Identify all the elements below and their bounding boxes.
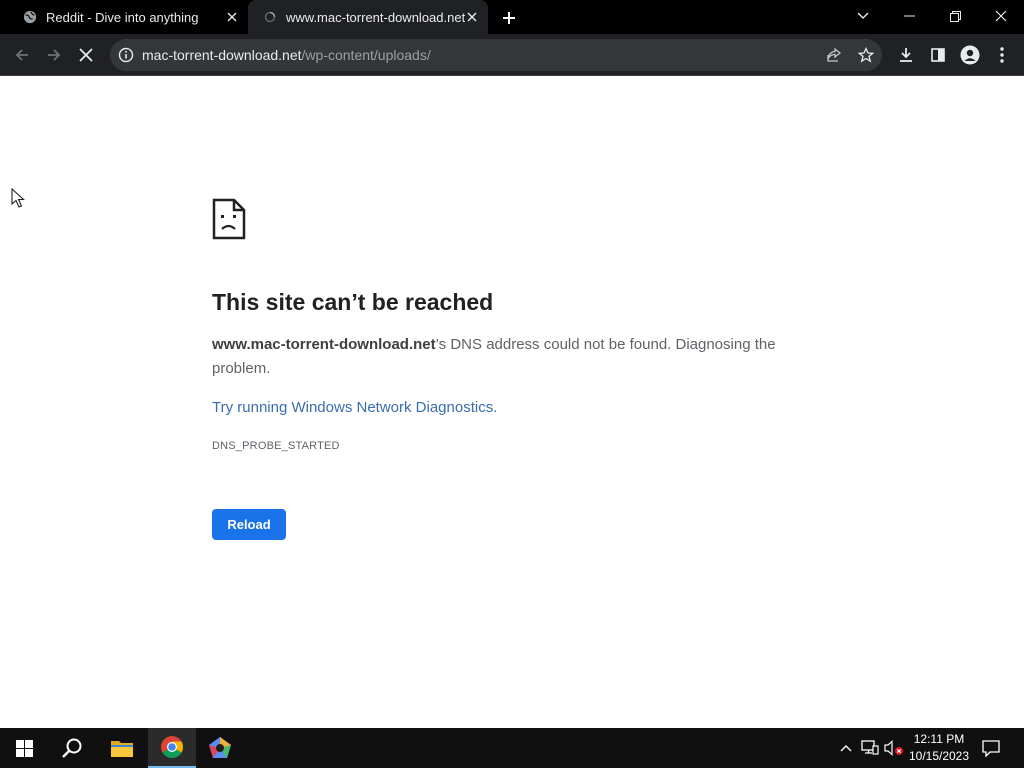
tab-mac-torrent[interactable]: www.mac-torrent-download.net: [248, 0, 488, 34]
app-pentagon-icon[interactable]: [196, 728, 244, 768]
bookmark-star-icon[interactable]: [856, 45, 876, 65]
network-diagnostics-link-text[interactable]: Try running Windows Network Diagnostics: [212, 399, 493, 416]
error-code: DNS_PROBE_STARTED: [212, 440, 340, 452]
loading-icon: [262, 9, 278, 25]
network-icon[interactable]: [860, 738, 880, 758]
profile-avatar-icon[interactable]: [956, 41, 984, 69]
chrome-taskbar-icon[interactable]: [148, 728, 196, 768]
site-info-icon[interactable]: [118, 47, 134, 63]
clock-date: 10/15/2023: [908, 749, 970, 763]
clock-time: 12:11 PM: [913, 732, 965, 746]
side-panel-icon[interactable]: [924, 41, 952, 69]
download-icon[interactable]: [892, 41, 920, 69]
url-path: /wp-content/uploads/: [301, 47, 431, 63]
error-host: www.mac-torrent-download.net: [212, 336, 436, 353]
stop-loading-icon[interactable]: [72, 41, 100, 69]
taskbar-clock[interactable]: 12:11 PM 10/15/2023: [904, 731, 974, 765]
url-host: mac-torrent-download.net: [142, 47, 302, 63]
restore-icon[interactable]: [932, 0, 978, 32]
tab-title: Reddit - Dive into anything: [46, 9, 199, 25]
share-icon[interactable]: [824, 45, 844, 65]
volume-muted-icon[interactable]: [884, 738, 904, 758]
tab-search-chevron-down-icon[interactable]: [840, 0, 886, 32]
tab-strip: Reddit - Dive into anything www.mac-torr…: [0, 0, 1024, 34]
windows-start-icon[interactable]: [0, 728, 48, 768]
mouse-cursor-icon: [11, 187, 25, 208]
search-icon[interactable]: [48, 728, 96, 768]
tab-reddit[interactable]: Reddit - Dive into anything: [8, 0, 248, 34]
reload-button[interactable]: Reload: [212, 509, 286, 540]
minimize-icon[interactable]: [886, 0, 932, 32]
taskbar: 12:11 PM 10/15/2023: [0, 728, 1024, 768]
tab-title: www.mac-torrent-download.net: [286, 9, 466, 25]
address-bar[interactable]: mac-torrent-download.net/wp-content/uplo…: [110, 39, 882, 71]
forward-arrow-icon[interactable]: [40, 41, 68, 69]
url-text: mac-torrent-download.net/wp-content/uplo…: [142, 47, 431, 63]
notifications-icon[interactable]: [981, 738, 1001, 758]
tab-close-icon[interactable]: [224, 9, 240, 25]
error-page: This site can’t be reached www.mac-torre…: [0, 77, 1024, 728]
globe-icon: [22, 9, 38, 25]
tab-close-icon[interactable]: [464, 9, 480, 25]
close-window-icon[interactable]: [978, 0, 1024, 32]
new-tab-plus-icon[interactable]: [498, 7, 520, 29]
menu-kebab-icon[interactable]: [988, 41, 1016, 69]
error-description: www.mac-torrent-download.net’s DNS addre…: [212, 333, 792, 381]
sad-document-icon: [212, 198, 246, 240]
file-explorer-icon[interactable]: [98, 728, 146, 768]
link-suffix: .: [493, 399, 498, 416]
chevron-up-icon[interactable]: [836, 738, 856, 758]
network-diagnostics-link[interactable]: Try running Windows Network Diagnostics.: [212, 399, 497, 416]
error-title: This site can’t be reached: [212, 289, 494, 315]
back-arrow-icon[interactable]: [8, 41, 36, 69]
